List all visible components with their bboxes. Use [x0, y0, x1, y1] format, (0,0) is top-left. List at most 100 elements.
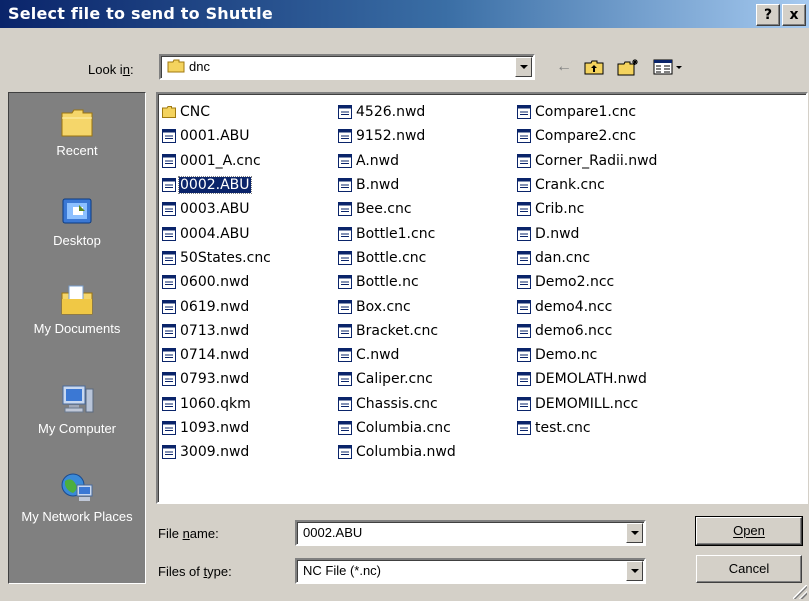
file-icon — [162, 202, 176, 217]
file-icon — [162, 445, 176, 460]
file-list-item[interactable]: C.nwd — [338, 343, 457, 367]
place-my-documents[interactable]: My Documents — [9, 283, 145, 337]
file-column-2: 4526.nwd 9152.nwd A.nwd B.nwd Bee.cnc Bottle1… — [338, 100, 457, 464]
file-list-item[interactable]: Box.cnc — [338, 294, 457, 318]
file-list-item[interactable]: Compare2.cnc — [517, 124, 658, 148]
open-file-dialog: Select file to send to Shuttle ? x Look … — [0, 0, 809, 601]
file-name: test.cnc — [535, 420, 591, 436]
new-folder-icon[interactable] — [615, 56, 641, 78]
file-list-item[interactable]: B.nwd — [338, 173, 457, 197]
file-list-item[interactable]: 1093.nwd — [162, 416, 272, 440]
file-name: B.nwd — [356, 177, 400, 194]
file-list-item[interactable]: 0713.nwd — [162, 319, 272, 343]
file-type-label: Files of type: — [158, 564, 232, 579]
file-list-item[interactable]: 4526.nwd — [338, 100, 457, 124]
file-list-item[interactable]: Caliper.cnc — [338, 367, 457, 391]
file-list-item[interactable]: Crib.nc — [517, 197, 658, 221]
file-icon — [162, 275, 176, 290]
file-list-item[interactable]: Bracket.cnc — [338, 319, 457, 343]
chevron-down-icon[interactable] — [626, 561, 643, 581]
file-icon — [517, 396, 531, 411]
file-name: Compare1.cnc — [535, 104, 637, 121]
file-list-item[interactable]: A.nwd — [338, 149, 457, 173]
file-icon — [517, 421, 531, 435]
file-list-item[interactable]: 0004.ABU — [162, 221, 272, 245]
file-icon — [517, 372, 531, 387]
up-folder-icon[interactable] — [582, 56, 606, 78]
file-list-item[interactable]: 0001.ABU — [162, 124, 272, 148]
file-name-input[interactable]: 0002.ABU — [295, 520, 646, 546]
file-list-item[interactable]: Chassis.cnc — [338, 392, 457, 416]
file-list-item[interactable]: Demo2.ncc — [517, 270, 658, 294]
file-type-dropdown[interactable]: NC File (*.nc) — [295, 558, 646, 584]
file-icon — [162, 153, 176, 168]
file-name-value[interactable]: 0002.ABU — [303, 525, 362, 540]
file-icon — [517, 226, 531, 241]
back-arrow-icon[interactable]: ← — [553, 56, 575, 78]
file-list-item[interactable]: D.nwd — [517, 221, 658, 245]
file-list-item[interactable]: 1060.qkm — [162, 392, 272, 416]
file-icon — [162, 299, 176, 314]
file-list-item[interactable]: dan.cnc — [517, 246, 658, 270]
file-list-item[interactable]: Bottle.cnc — [338, 246, 457, 270]
file-list-item[interactable]: DEMOMILL.ncc — [517, 392, 658, 416]
file-icon — [338, 129, 352, 144]
file-list-item[interactable]: Crank.cnc — [517, 173, 658, 197]
file-list-item[interactable]: demo6.ncc — [517, 319, 658, 343]
place-recent[interactable]: Recent — [9, 105, 145, 159]
file-name: Crank.cnc — [535, 177, 605, 194]
place-desktop[interactable]: Desktop — [9, 195, 145, 249]
file-list-item[interactable]: demo4.ncc — [517, 294, 658, 318]
file-list-item[interactable]: Compare1.cnc — [517, 100, 658, 124]
file-name: dan.cnc — [535, 249, 591, 266]
file-list-item[interactable]: Columbia.cnc — [338, 416, 457, 440]
place-my-computer[interactable]: My Computer — [9, 383, 145, 437]
file-name: demo6.ncc — [535, 322, 613, 339]
file-name: Bracket.cnc — [356, 322, 439, 339]
chevron-down-icon[interactable] — [626, 523, 643, 543]
file-list[interactable]: CNC 0001.ABU 0001_A.cnc 0002.ABU 0003.ABU 000… — [156, 92, 808, 504]
desktop-icon — [62, 198, 92, 224]
file-name: Compare2.cnc — [535, 128, 637, 145]
file-list-item[interactable]: Columbia.nwd — [338, 440, 457, 464]
file-list-item[interactable]: 0619.nwd — [162, 294, 272, 318]
file-icon — [517, 129, 531, 144]
chevron-down-icon[interactable] — [515, 57, 532, 77]
file-list-item[interactable]: 9152.nwd — [338, 124, 457, 148]
file-list-item[interactable]: DEMOLATH.nwd — [517, 367, 658, 391]
help-button[interactable]: ? — [756, 4, 780, 26]
file-list-item[interactable]: CNC — [162, 100, 272, 124]
file-list-item[interactable]: 0002.ABU — [162, 173, 272, 197]
cancel-button[interactable]: Cancel — [696, 555, 802, 583]
file-list-item[interactable]: 0003.ABU — [162, 197, 272, 221]
file-list-item[interactable]: 3009.nwd — [162, 440, 272, 464]
file-name: 50States.cnc — [180, 249, 271, 266]
file-list-item[interactable]: 50States.cnc — [162, 246, 272, 270]
resize-grip[interactable] — [793, 585, 807, 599]
my-computer-icon — [62, 385, 94, 413]
title-bar[interactable]: Select file to send to Shuttle ? x — [0, 0, 809, 28]
open-button[interactable]: Open — [695, 516, 803, 546]
place-my-network[interactable]: My Network Places — [9, 471, 145, 525]
file-name: 1093.nwd — [180, 420, 250, 436]
file-list-item[interactable]: test.cnc — [517, 416, 658, 440]
file-icon — [517, 275, 531, 290]
look-in-dropdown[interactable]: dnc — [159, 54, 535, 80]
file-name: 0001.ABU — [180, 128, 250, 145]
view-menu-icon[interactable] — [651, 56, 687, 78]
file-name: Bottle.nc — [356, 274, 419, 291]
file-list-item[interactable]: Bee.cnc — [338, 197, 457, 221]
file-icon — [162, 226, 176, 241]
file-list-item[interactable]: Bottle.nc — [338, 270, 457, 294]
file-list-item[interactable]: 0001_A.cnc — [162, 149, 272, 173]
file-name: Chassis.cnc — [356, 395, 438, 412]
file-list-item[interactable]: Bottle1.cnc — [338, 221, 457, 245]
file-name: A.nwd — [356, 152, 399, 169]
file-list-item[interactable]: Demo.nc — [517, 343, 658, 367]
close-button[interactable]: x — [782, 4, 806, 26]
file-list-item[interactable]: 0793.nwd — [162, 367, 272, 391]
file-list-item[interactable]: 0714.nwd — [162, 343, 272, 367]
file-list-item[interactable]: Corner_Radii.nwd — [517, 149, 658, 173]
file-icon — [517, 153, 531, 168]
file-list-item[interactable]: 0600.nwd — [162, 270, 272, 294]
